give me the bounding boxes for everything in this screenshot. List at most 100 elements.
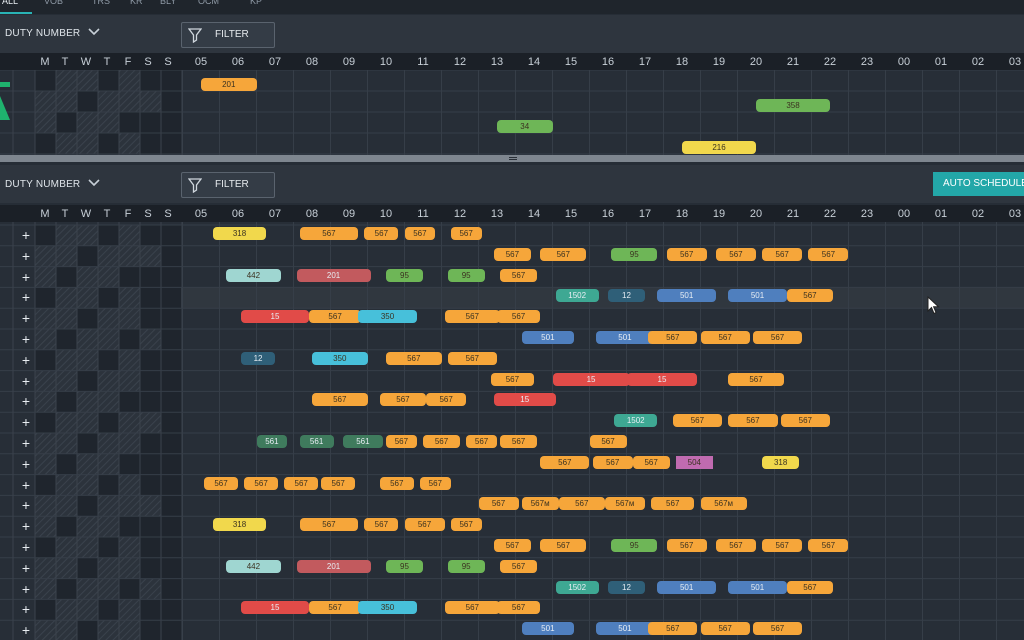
add-row-button[interactable]: + (19, 332, 33, 346)
filter-button[interactable]: FILTER (181, 22, 275, 48)
duty-block[interactable]: 567 (752, 622, 803, 636)
duty-block[interactable]: 567 (466, 435, 497, 448)
duty-block[interactable]: 567 (321, 476, 356, 490)
duty-block[interactable]: 567 (493, 247, 531, 261)
duty-block[interactable]: 501 (595, 622, 655, 636)
duty-block[interactable]: 442 (225, 559, 282, 573)
duty-block[interactable]: 201 (201, 78, 257, 91)
duty-block[interactable]: 567 (808, 539, 849, 552)
duty-block[interactable]: 567 (672, 414, 723, 428)
duty-block[interactable]: 567 (500, 435, 538, 448)
duty-block[interactable]: 1502 (555, 289, 599, 303)
add-row-button[interactable]: + (19, 353, 33, 367)
duty-block[interactable]: 1502 (555, 580, 599, 594)
tab-trs[interactable]: TRS (92, 0, 110, 6)
duty-block[interactable]: 15 (493, 393, 556, 407)
add-row-button[interactable]: + (19, 394, 33, 408)
add-row-button[interactable]: + (19, 623, 33, 637)
duty-block[interactable]: 12 (608, 580, 645, 594)
duty-block[interactable]: 15 (241, 601, 309, 615)
duty-block[interactable]: 567 (493, 539, 531, 552)
duty-block[interactable]: 501 (521, 622, 575, 636)
duty-block[interactable]: 95 (611, 247, 658, 261)
duty-block[interactable]: 567 (632, 455, 670, 469)
duty-block[interactable]: 567 (204, 476, 238, 490)
duty-block[interactable]: 95 (386, 268, 423, 282)
duty-block[interactable]: 567 (308, 601, 362, 615)
duty-block[interactable]: 15 (552, 372, 630, 386)
duty-block[interactable]: 567 (666, 247, 707, 261)
duty-block[interactable]: 567 (244, 476, 279, 490)
duty-block[interactable]: 567 (447, 351, 497, 365)
duty-block[interactable]: 567 (700, 622, 750, 636)
duty-block[interactable]: 318 (213, 227, 266, 240)
duty-block[interactable]: 15 (241, 310, 309, 324)
duty-block[interactable]: 567 (651, 497, 695, 511)
duty-block[interactable]: 567 (540, 247, 587, 261)
duty-block[interactable]: 567 (786, 580, 834, 594)
duty-block[interactable]: 567 (404, 518, 445, 532)
duty-block[interactable]: 567м (604, 497, 645, 511)
duty-block[interactable]: 358 (756, 99, 830, 112)
duty-block[interactable]: 567 (728, 414, 778, 428)
duty-block[interactable]: 504 (675, 455, 713, 469)
duty-block[interactable]: 201 (296, 559, 371, 573)
auto-schedule-button[interactable]: AUTO SCHEDULE (933, 172, 1024, 196)
duty-block[interactable]: 567 (592, 455, 633, 469)
duty-block[interactable]: 501 (728, 289, 787, 303)
add-row-button[interactable]: + (19, 311, 33, 325)
add-row-button[interactable]: + (19, 374, 33, 388)
duty-block[interactable]: 12 (241, 351, 275, 365)
duty-block[interactable]: 95 (611, 539, 658, 552)
duty-block[interactable]: 567 (386, 351, 442, 365)
add-row-button[interactable]: + (19, 540, 33, 554)
duty-block[interactable]: 567 (715, 539, 756, 552)
add-row-button[interactable]: + (19, 290, 33, 304)
add-row-button[interactable]: + (19, 582, 33, 596)
duty-block[interactable]: 567м (700, 497, 747, 511)
duty-block[interactable]: 567 (404, 227, 436, 240)
duty-block[interactable]: 567 (762, 247, 803, 261)
duty-block[interactable]: 567 (379, 393, 427, 407)
duty-block[interactable]: 567 (666, 539, 707, 552)
add-row-button[interactable]: + (19, 457, 33, 471)
duty-block[interactable]: 501 (521, 331, 575, 344)
duty-block[interactable]: 350 (312, 351, 368, 365)
duty-block[interactable]: 95 (447, 559, 485, 573)
duty-block[interactable]: 567 (419, 476, 451, 490)
duty-block[interactable]: 567 (500, 268, 538, 282)
add-row-button[interactable]: + (19, 249, 33, 263)
panel-resize-divider[interactable] (0, 155, 1024, 162)
duty-block[interactable]: 561 (256, 435, 288, 448)
duty-block[interactable]: 567 (540, 455, 590, 469)
duty-block[interactable]: 501 (728, 580, 787, 594)
duty-block[interactable]: 567 (497, 601, 541, 615)
add-row-button[interactable]: + (19, 498, 33, 512)
duty-block[interactable]: 95 (447, 268, 485, 282)
duty-block[interactable]: 216 (682, 141, 756, 154)
duty-block[interactable]: 567 (490, 372, 534, 386)
add-row-button[interactable]: + (19, 519, 33, 533)
tab-bly[interactable]: BLY (160, 0, 176, 6)
duty-block[interactable]: 567 (786, 289, 834, 303)
duty-block[interactable]: 318 (213, 518, 266, 532)
duty-block[interactable]: 442 (225, 268, 282, 282)
filter-button[interactable]: FILTER (181, 172, 275, 198)
duty-block[interactable]: 567 (444, 601, 501, 615)
duty-block[interactable]: 318 (762, 455, 800, 469)
duty-block[interactable]: 567 (308, 310, 362, 324)
duty-block[interactable]: 350 (358, 601, 417, 615)
duty-block[interactable]: 567 (426, 393, 467, 407)
duty-block[interactable]: 567 (386, 435, 417, 448)
duty-block[interactable]: 350 (358, 310, 417, 324)
duty-block[interactable]: 567 (752, 331, 803, 344)
add-row-button[interactable]: + (19, 228, 33, 242)
duty-block[interactable]: 567 (299, 227, 359, 240)
duty-block[interactable]: 567 (284, 476, 319, 490)
add-row-button[interactable]: + (19, 561, 33, 575)
duty-block[interactable]: 567 (648, 331, 698, 344)
duty-block[interactable]: 567 (497, 310, 541, 324)
duty-block[interactable]: 567 (379, 476, 414, 490)
duty-block[interactable]: 567 (444, 310, 501, 324)
duty-block[interactable]: 567 (500, 559, 538, 573)
